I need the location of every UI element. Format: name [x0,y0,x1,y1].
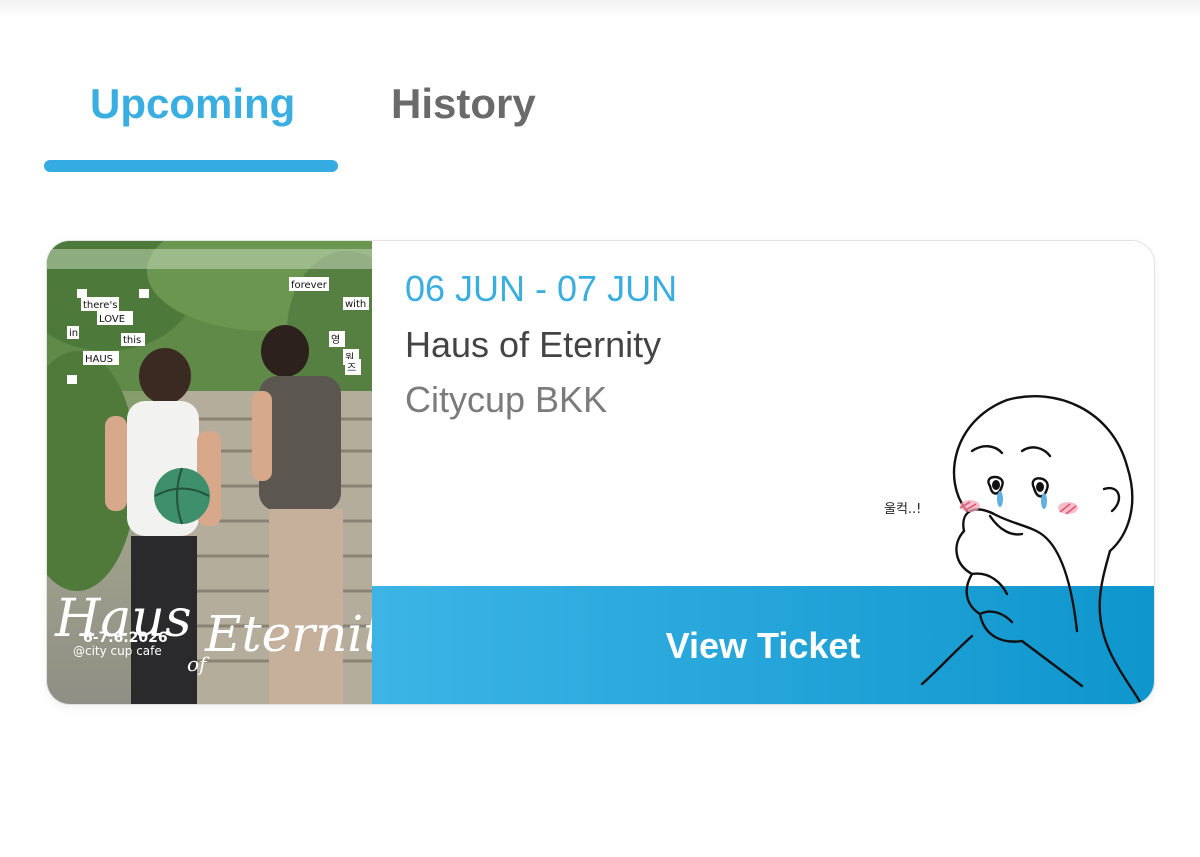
crying-face-sticker: 울컥..! [872,386,1154,704]
sticker-caption: 울컥..! [884,502,921,517]
tab-upcoming[interactable]: Upcoming [90,78,295,130]
status-area-edge [0,0,1200,18]
poster-text-in: in [69,328,78,339]
poster-text-haus: HAUS [85,354,113,365]
event-venue: Citycup BKK [405,379,608,420]
event-poster-image: there's LOVE in this HAUS forever with 영… [47,241,372,704]
active-tab-indicator [44,160,338,172]
poster-text-this: this [123,335,141,346]
poster-text-forever: forever [291,280,328,291]
tab-history[interactable]: History [391,78,536,130]
poster-text-jeu: 즈 [347,363,356,374]
ticket-card[interactable]: there's LOVE in this HAUS forever with 영… [46,240,1155,705]
poster-text-with: with [345,299,366,310]
poster-text-love: LOVE [99,314,125,325]
poster-text-young: 영 [331,334,340,346]
poster-title-eternity: Eternity [204,605,372,663]
event-title: Haus of Eternity [405,324,662,365]
poster-venue: @city cup cafe [73,644,162,658]
event-date-range: 06 JUN - 07 JUN [405,268,678,309]
poster-artwork: there's LOVE in this HAUS forever with 영… [47,241,372,704]
poster-text-theres: there's [83,300,117,311]
